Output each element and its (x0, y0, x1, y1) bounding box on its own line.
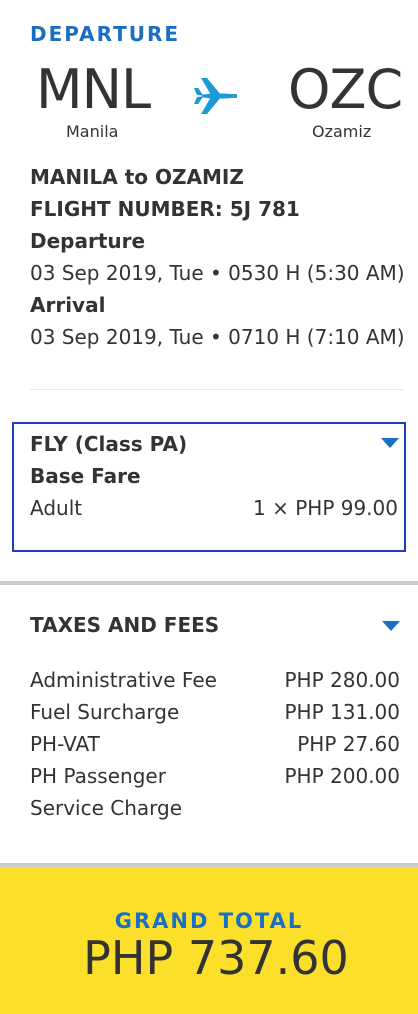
base-fare-label: Base Fare (30, 464, 141, 488)
taxes-title: TAXES AND FEES (30, 613, 220, 637)
fare-panel[interactable]: FLY (Class PA) Base Fare Adult 1 × PHP 9… (12, 422, 406, 552)
origin-code: MNL (36, 58, 151, 121)
tax-name: Fuel Surcharge (30, 700, 180, 724)
fare-amount: 1 × PHP 99.00 (253, 496, 398, 520)
destination-city: Ozamiz (312, 122, 372, 141)
departure-datetime: 03 Sep 2019, Tue • 0530 H (5:30 AM) (30, 261, 405, 285)
destination-code: OZC (288, 58, 403, 121)
airplane-icon (194, 78, 237, 114)
fare-class-label: FLY (Class PA) (30, 432, 188, 456)
origin-city: Manila (66, 122, 119, 141)
tax-name: Administrative Fee (30, 668, 217, 692)
route-text: MANILA to OZAMIZ (30, 165, 244, 189)
caret-down-icon[interactable] (381, 438, 399, 448)
arrival-label: Arrival (30, 293, 106, 317)
passenger-type: Adult (30, 496, 83, 520)
tax-amount: PHP 131.00 (284, 700, 401, 724)
flight-number: FLIGHT NUMBER: 5J 781 (30, 197, 300, 221)
caret-down-icon[interactable] (382, 621, 400, 631)
divider (30, 389, 404, 390)
tax-name: PH Passenger (30, 764, 166, 788)
tax-amount: PHP 200.00 (284, 764, 401, 788)
tax-name-continuation: Service Charge (30, 796, 183, 820)
departure-label: Departure (30, 229, 146, 253)
tax-amount: PHP 280.00 (284, 668, 401, 692)
departure-title: DEPARTURE (30, 22, 181, 46)
tax-name: PH-VAT (30, 732, 100, 756)
grand-total-label: GRAND TOTAL (114, 909, 304, 933)
tax-amount: PHP 27.60 (297, 732, 400, 756)
arrival-datetime: 03 Sep 2019, Tue • 0710 H (7:10 AM) (30, 325, 405, 349)
departure-section: DEPARTURE MNL Manila OZC Ozamiz MANILA t… (0, 0, 418, 580)
taxes-section: TAXES AND FEES Administrative Fee PHP 28… (0, 585, 418, 863)
grand-total-amount: PHP 737.60 (83, 931, 349, 985)
grand-total-panel: GRAND TOTAL PHP 737.60 (0, 867, 418, 1014)
